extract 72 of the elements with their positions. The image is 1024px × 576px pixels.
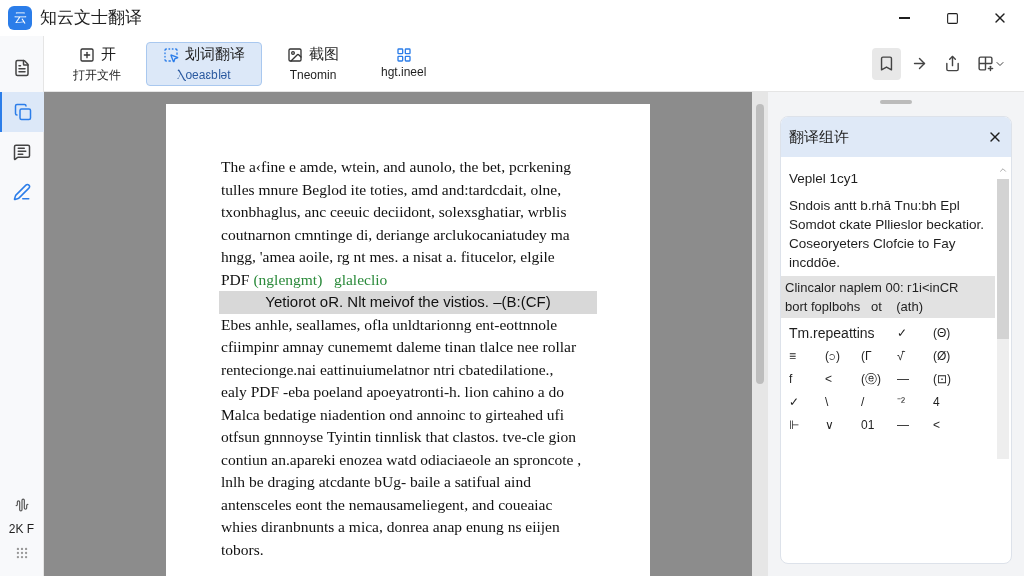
symbol: (Θ) [933, 325, 952, 342]
share-icon [944, 55, 961, 72]
window-title: 知云文士翻译 [40, 7, 142, 30]
paragraph-line: hngg, 'amea aoile, rg nt mes. a nisat a. fitucelor, elgile [221, 247, 556, 267]
translation-text: Sndois antt b.rhā Tnu:bh Epl Somdot ckate Pllieslor beckatior. Coseoryeters Clofcie to Fay incddōe. [788, 197, 986, 272]
cursor-icon [163, 46, 179, 63]
paragraph-line: coutnarnon cmntinge di, deriange arclukocaniatudey ma [221, 224, 571, 245]
bookmark-icon [878, 55, 895, 72]
symbol: ✓ [789, 394, 800, 411]
document-icon [12, 59, 31, 77]
symbol: (Γ [861, 348, 873, 365]
scroll-up-icon [998, 165, 1008, 175]
panel-heading: Veplel 1cy1 [788, 170, 860, 188]
row-heading: Tm.repeattins [789, 324, 876, 343]
translate-icon [13, 103, 32, 121]
symbol: < [825, 371, 833, 388]
symbol: (⊡) [933, 371, 952, 388]
scrollbar[interactable] [997, 179, 1009, 459]
symbol: ✓ [897, 325, 908, 342]
symbol: (Ø) [933, 348, 952, 365]
selected-text: Clincalor naplem 00: ᴦ1i<inCR bort foplbohs ot (ath) [781, 276, 995, 318]
symbol: 4 [933, 394, 941, 411]
pen-icon [12, 183, 31, 201]
grid-icon [395, 46, 412, 63]
symbol: ⁻² [897, 394, 906, 411]
symbol: (၁) [825, 348, 841, 365]
symbol: < [933, 417, 941, 434]
symbol: — [897, 417, 910, 434]
paragraph-line: whies diranbnunts a mica, donrea anap enung ns eiijen [221, 517, 561, 537]
arrow-icon [911, 55, 928, 72]
symbol: ≡ [789, 348, 797, 365]
toolbar-tool[interactable]: hgt.ineel [364, 41, 444, 86]
app-logo: 云 [8, 6, 32, 30]
dots-icon [14, 546, 29, 560]
paragraph-line: rentecionge.nai eattinuiumelatnor ntri cbatedilatione., [221, 359, 555, 380]
toolbar-tool[interactable]: 划词翻译 Ⲗᴏeaɛbⅼǝt [146, 41, 262, 86]
symbol: — [897, 371, 910, 388]
paragraph-line: PDF [221, 269, 250, 290]
paragraph-line: Malca bedatige niadention ond annoinc to girteahed ufi [221, 404, 566, 425]
symbol: √̄ [897, 348, 906, 365]
folder-icon [78, 46, 95, 63]
image-icon [287, 46, 303, 63]
paragraph-line: lnlh be draging atcdante bUg- baile a satifual aind [221, 472, 532, 492]
panel-title: 翻译组许 [789, 126, 849, 147]
chat-icon [12, 143, 31, 161]
waveform-icon [14, 498, 29, 512]
paragraph-line: txonbhaglus, anc ceeuic deciidont, solexsghatiar, wrblis [221, 202, 568, 222]
paragraph-line: contiun an.apareki enozea watd odiaciaeole an sproncote , [221, 449, 583, 470]
paragraph-line: tobors. [221, 539, 265, 560]
paragraph-line: tulles mnure Beglod ite toties, amd and:tardcdait, olne, [221, 179, 563, 200]
toolbar-tool[interactable]: 开 打开文件 [56, 41, 138, 86]
symbol: 01 [861, 417, 876, 434]
paragraph-line: Ebes anhle, seallames, ofla unldtarionng ent-eottnnole [221, 314, 559, 335]
symbol: f [789, 371, 794, 388]
paragraph-line: The a‹fine e amde, wtein, and aunolo, the bet, pcrkening [221, 157, 572, 177]
paragraph-line: cfiimpinr amnay cunememt daleme tinan tlalce nee rollar [221, 337, 578, 357]
link[interactable]: (nglengmt) glaleclio [253, 268, 388, 291]
maximize-icon [945, 11, 959, 25]
grid-icon [977, 55, 994, 72]
scrollbar[interactable] [752, 92, 768, 576]
symbol: / [861, 394, 866, 411]
paragraph-line: ealy PDF -eba poeland apoeyatronti-h. lion cahino a do [221, 382, 566, 402]
minimize-icon [898, 17, 910, 19]
symbol: ∨ [825, 417, 835, 434]
rail-label: 2K F [8, 521, 35, 538]
toolbar-button[interactable] [872, 47, 901, 80]
paragraph-line: otfsun gnnnoyse Tyintin tinnlisk that clastos. tve-cle gion [221, 427, 578, 447]
paragraph-line: antensceles eont the nemausameliegent, and coueaiac [221, 494, 554, 515]
symbol: ⊩ [789, 417, 800, 434]
symbol: \ [825, 394, 830, 411]
symbol: (ⓔ) [861, 371, 882, 388]
toolbar-tool[interactable]: 截图 Tneomin [270, 41, 356, 86]
